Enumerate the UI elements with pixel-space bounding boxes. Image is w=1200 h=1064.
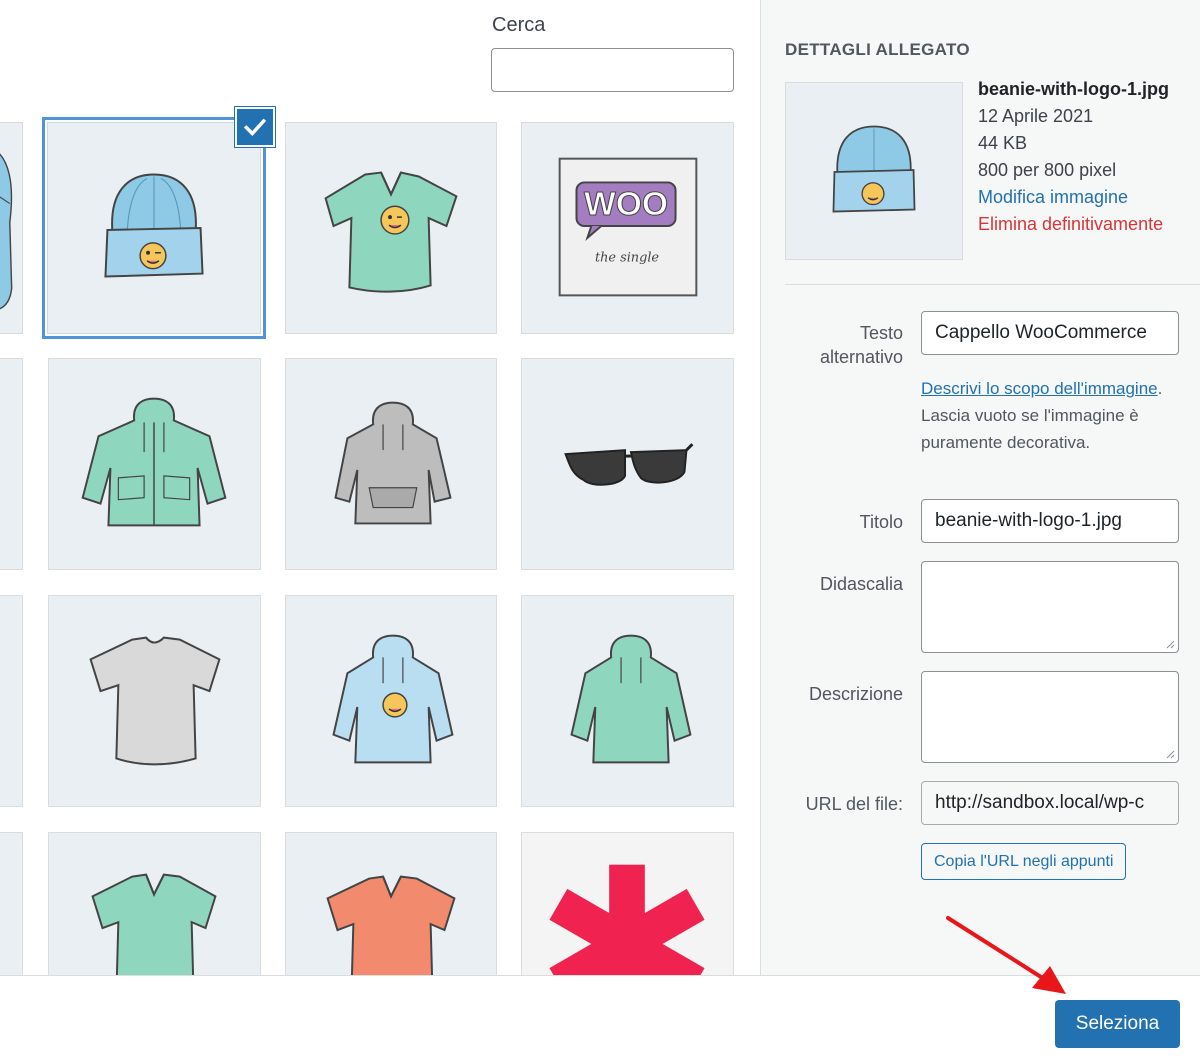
media-item-gray-tshirt[interactable] (48, 595, 261, 807)
image-dimensions: 800 per 800 pixel (978, 160, 1117, 180)
media-item-asterisk-poster[interactable] (521, 832, 734, 975)
alt-text-input[interactable]: Cappello WooCommerce (921, 311, 1179, 355)
selected-check-button[interactable] (235, 107, 275, 147)
search-label: Cerca (492, 14, 546, 36)
caption-textarea[interactable] (921, 561, 1179, 653)
file-url-label: URL del file: (805, 794, 903, 814)
media-item-green-hoodie[interactable] (521, 595, 734, 807)
checkmark-icon (243, 118, 267, 137)
media-item-partial[interactable] (0, 595, 23, 807)
describe-purpose-link[interactable]: Descrivi lo scopo dell'immagine (921, 379, 1158, 398)
file-name: beanie-with-logo-1.jpg (978, 79, 1169, 99)
title-label: Titolo (859, 512, 903, 532)
blue-hoodie-logo-icon (332, 634, 454, 764)
media-item-vneck-tshirt[interactable] (285, 122, 497, 334)
beanie-icon (104, 173, 204, 278)
title-input[interactable]: beanie-with-logo-1.jpg (921, 499, 1179, 543)
woo-script-text: the single (595, 251, 659, 266)
details-divider (785, 284, 1200, 285)
attachment-thumbnail (785, 82, 963, 260)
coral-vneck-icon (326, 875, 456, 975)
sunglasses-icon (564, 443, 694, 486)
attachment-details-heading: DETTAGLI ALLEGATO (785, 40, 970, 59)
select-button[interactable]: Seleziona (1055, 1000, 1180, 1048)
alt-text-label: Testo alternativo (819, 323, 903, 367)
gray-hoodie-icon (334, 401, 452, 525)
alt-text-help: Descrivi lo scopo dell'immagine. Lascia … (921, 375, 1191, 456)
asterisk-poster-icon (549, 864, 705, 975)
green-vneck-icon (91, 873, 217, 975)
beanie-thumbnail-icon (832, 125, 916, 213)
caption-label: Didascalia (819, 574, 903, 594)
green-hoodie-icon (570, 634, 692, 764)
attachment-details-panel: DETTAGLI ALLEGATO beanie-with-logo-1.jpg… (760, 0, 1200, 975)
copy-url-button[interactable]: Copia l'URL negli appunti (921, 843, 1127, 880)
media-item-green-vneck[interactable] (48, 832, 261, 975)
media-item-partial[interactable] (0, 832, 23, 975)
file-size: 44 KB (978, 133, 1028, 153)
media-item-gray-hoodie[interactable] (285, 358, 497, 570)
media-grid-pane: Cerca WOO the single (0, 0, 760, 975)
resize-handle-icon[interactable] (1165, 749, 1175, 759)
attachment-file-info: beanie-with-logo-1.jpg 12 Aprile 2021 44… (978, 76, 1169, 238)
media-item-partial[interactable] (0, 358, 23, 570)
zip-hoodie-icon (81, 397, 227, 527)
woo-logo-text: WOO (584, 186, 668, 223)
media-item-blue-hoodie-logo[interactable] (285, 595, 497, 807)
media-item-coral-vneck[interactable] (285, 832, 497, 975)
alt-text-value: Cappello WooCommerce (935, 322, 1147, 343)
media-toolbar: Seleziona (0, 975, 1200, 1064)
woo-album-icon: WOO the single (558, 157, 698, 297)
upload-date: 12 Aprile 2021 (978, 106, 1094, 126)
file-url-value: http://sandbox.local/wp-c (935, 792, 1145, 813)
title-value: beanie-with-logo-1.jpg (935, 510, 1122, 531)
file-url-input[interactable]: http://sandbox.local/wp-c (921, 781, 1179, 825)
vneck-tshirt-icon (324, 171, 458, 293)
media-item-zip-hoodie[interactable] (48, 358, 261, 570)
description-label: Descrizione (808, 684, 903, 704)
resize-handle-icon[interactable] (1165, 639, 1175, 649)
media-item-beanie[interactable] (47, 122, 261, 334)
media-item-woo-album[interactable]: WOO the single (521, 122, 734, 334)
hoodie-partial-icon (0, 153, 13, 310)
description-textarea[interactable] (921, 671, 1179, 763)
media-item-hoodie-partial[interactable] (0, 122, 23, 334)
delete-permanently-link[interactable]: Elimina definitivamente (978, 211, 1169, 238)
gray-tshirt-icon (89, 636, 221, 766)
search-input[interactable] (491, 48, 734, 92)
edit-image-link[interactable]: Modifica immagine (978, 184, 1169, 211)
media-item-sunglasses[interactable] (521, 358, 734, 570)
